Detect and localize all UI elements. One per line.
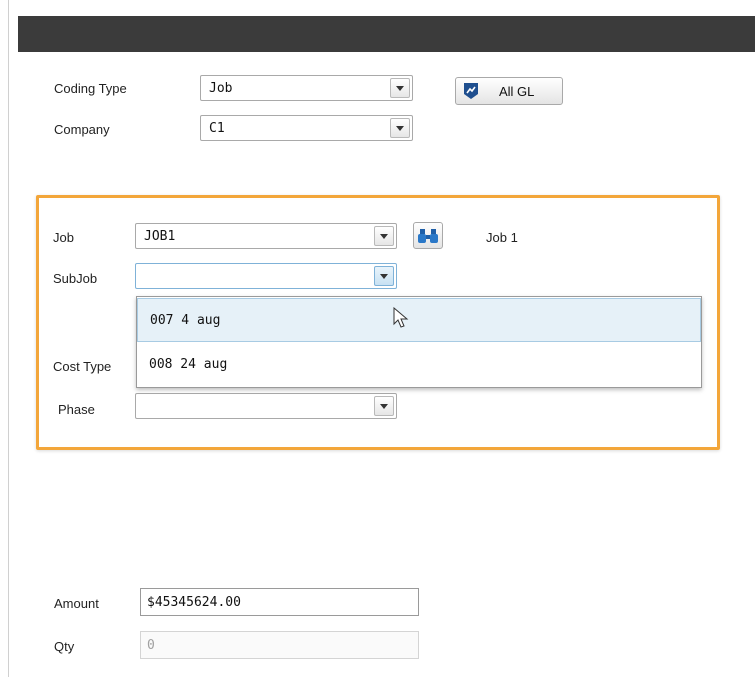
chevron-down-icon — [380, 274, 388, 279]
amount-label: Amount — [54, 596, 99, 611]
coding-type-value: Job — [209, 81, 233, 96]
list-item[interactable]: 008 24 aug — [137, 343, 701, 387]
job-label: Job — [53, 230, 74, 245]
all-gl-label: All GL — [499, 84, 535, 99]
chevron-down-icon — [396, 126, 404, 131]
coding-type-label: Coding Type — [54, 81, 127, 96]
title-bar — [18, 16, 755, 52]
job-value: JOB1 — [144, 229, 176, 244]
company-value: C1 — [209, 121, 225, 136]
list-item[interactable]: 007 4 aug — [137, 298, 701, 342]
list-item-label: 008 24 aug — [149, 357, 228, 372]
job-description: Job 1 — [486, 230, 518, 245]
chevron-down-icon — [380, 234, 388, 239]
coding-type-dropdown-button[interactable] — [390, 78, 410, 98]
chevron-down-icon — [396, 86, 404, 91]
qty-label: Qty — [54, 639, 75, 654]
qty-value: 0 — [147, 638, 155, 653]
phase-dropdown-button[interactable] — [374, 396, 394, 416]
company-label: Company — [54, 122, 110, 137]
job-lookup-button[interactable] — [413, 222, 443, 249]
company-select[interactable]: C1 — [200, 115, 413, 141]
list-item-label: 007 4 aug — [150, 313, 221, 328]
subjob-dropdown-button[interactable] — [374, 266, 394, 286]
company-dropdown-button[interactable] — [390, 118, 410, 138]
mouse-cursor-icon — [393, 307, 409, 328]
amount-field[interactable]: $45345624.00 — [140, 588, 419, 616]
coding-type-select[interactable]: Job — [200, 75, 413, 101]
phase-select[interactable] — [135, 393, 397, 419]
chart-badge-icon — [464, 83, 478, 99]
window-border — [8, 0, 9, 677]
chevron-down-icon — [380, 404, 388, 409]
subjob-select[interactable] — [135, 263, 397, 289]
job-dropdown-button[interactable] — [374, 226, 394, 246]
subjob-label: SubJob — [53, 271, 98, 286]
job-select[interactable]: JOB1 — [135, 223, 397, 249]
all-gl-button[interactable]: All GL — [455, 77, 563, 105]
binoculars-icon — [418, 229, 438, 243]
amount-value: $45345624.00 — [147, 595, 241, 610]
subjob-dropdown-list: 007 4 aug 008 24 aug — [136, 296, 702, 388]
qty-field: 0 — [140, 631, 419, 659]
cost-type-label: Cost Type — [53, 359, 112, 374]
phase-label: Phase — [58, 402, 95, 417]
